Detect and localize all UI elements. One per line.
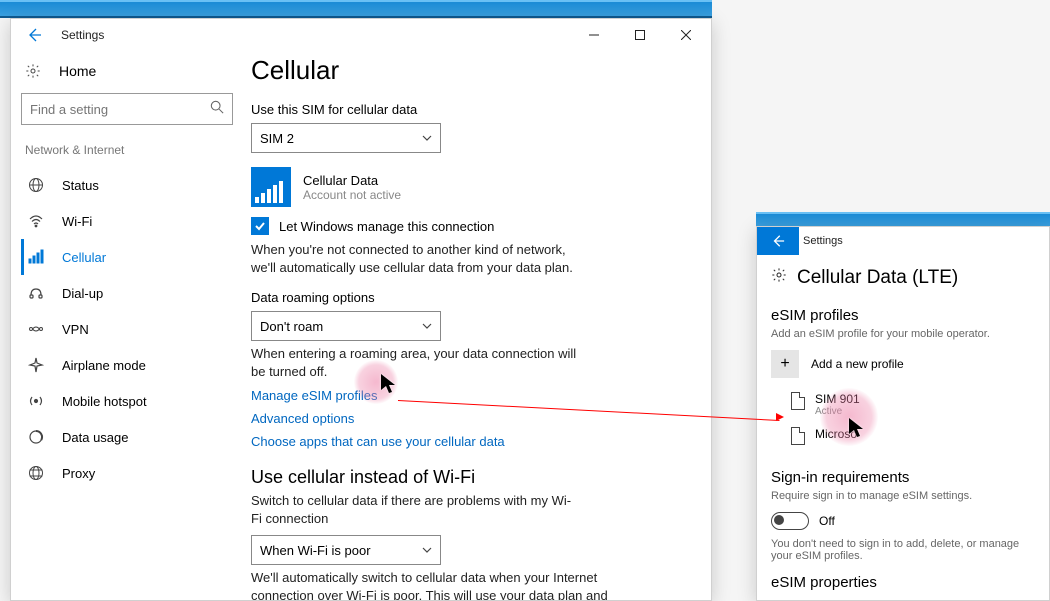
esim-profiles-heading: eSIM profiles <box>771 307 1035 324</box>
home-label: Home <box>59 63 96 79</box>
sim-select-value: SIM 2 <box>260 131 294 146</box>
desktop-background-strip <box>0 0 712 18</box>
plus-icon: + <box>771 350 799 378</box>
card-subtitle: Account not active <box>303 188 401 202</box>
settings-window-detail: Settings Cellular Data (LTE) eSIM profil… <box>756 226 1050 601</box>
chevron-down-icon <box>422 319 432 334</box>
minimize-button[interactable] <box>571 19 617 51</box>
search-field[interactable] <box>30 102 210 117</box>
toggle-off-icon <box>771 512 809 530</box>
esim-profile-1[interactable]: SIM 901 Active <box>791 392 1035 417</box>
sim-card-icon <box>791 427 805 445</box>
signin-toggle[interactable]: Off <box>771 512 1035 530</box>
esim-profiles-sub: Add an eSIM profile for your mobile oper… <box>771 328 1035 340</box>
category-label: Network & Internet <box>21 143 237 167</box>
sidebar-item-label: Mobile hotspot <box>62 394 147 409</box>
manage-connection-desc: When you're not connected to another kin… <box>251 241 581 276</box>
wifi-icon <box>28 213 44 229</box>
wifi-fallback-sub: Switch to cellular data if there are pro… <box>251 492 581 527</box>
airplane-icon <box>28 357 44 373</box>
esim-properties-heading: eSIM properties <box>771 574 1035 591</box>
roaming-select[interactable]: Don't roam <box>251 311 441 341</box>
signin-heading: Sign-in requirements <box>771 469 1035 486</box>
cellular-card[interactable]: Cellular Data Account not active <box>251 167 691 207</box>
sidebar-item-label: Wi-Fi <box>62 214 92 229</box>
gear-icon <box>771 267 787 289</box>
back-button[interactable] <box>757 227 799 255</box>
sim-card-icon <box>791 392 805 410</box>
search-icon <box>210 100 224 119</box>
gear-icon <box>25 63 41 79</box>
sidebar-item-status[interactable]: Status <box>21 167 237 203</box>
window-title: Settings <box>57 28 571 42</box>
sidebar-item-label: VPN <box>62 322 89 337</box>
chevron-down-icon <box>422 543 432 558</box>
detail-heading: Cellular Data (LTE) <box>797 267 958 289</box>
manage-connection-checkbox[interactable]: Let Windows manage this connection <box>251 217 691 235</box>
dialup-icon <box>28 285 44 301</box>
sim-select[interactable]: SIM 2 <box>251 123 441 153</box>
vpn-icon <box>28 321 44 337</box>
sidebar-item-vpn[interactable]: VPN <box>21 311 237 347</box>
checkbox-checked-icon <box>251 217 269 235</box>
proxy-icon <box>28 465 44 481</box>
settings-window-main: Settings Home Network & Internet Status <box>10 18 712 601</box>
sidebar-item-airplane[interactable]: Airplane mode <box>21 347 237 383</box>
checkbox-label: Let Windows manage this connection <box>279 219 494 234</box>
titlebar: Settings <box>757 227 1049 255</box>
wifi-fallback-select[interactable]: When Wi-Fi is poor <box>251 535 441 565</box>
back-button[interactable] <box>11 19 57 51</box>
roaming-desc: When entering a roaming area, your data … <box>251 345 581 380</box>
search-input[interactable] <box>21 93 233 125</box>
add-profile-label: Add a new profile <box>811 357 904 371</box>
choose-apps-link[interactable]: Choose apps that can use your cellular d… <box>251 434 691 449</box>
sidebar-item-label: Data usage <box>62 430 129 445</box>
sidebar-item-dialup[interactable]: Dial-up <box>21 275 237 311</box>
sidebar-item-hotspot[interactable]: Mobile hotspot <box>21 383 237 419</box>
add-profile-button[interactable]: + Add a new profile <box>771 350 1035 378</box>
signal-bars-icon <box>251 167 291 207</box>
globe-icon <box>28 177 44 193</box>
roaming-label: Data roaming options <box>251 290 691 305</box>
signin-sub: Require sign in to manage eSIM settings. <box>771 490 1035 502</box>
sidebar-item-proxy[interactable]: Proxy <box>21 455 237 491</box>
toggle-label: Off <box>819 514 835 528</box>
esim-profile-2[interactable]: Microso <box>791 427 1035 445</box>
card-title: Cellular Data <box>303 173 401 188</box>
sidebar: Home Network & Internet Status Wi-Fi Cel… <box>11 51 241 600</box>
content-pane: Cellular Use this SIM for cellular data … <box>241 51 711 600</box>
sidebar-item-cellular[interactable]: Cellular <box>21 239 237 275</box>
sidebar-item-label: Cellular <box>62 250 106 265</box>
profile-name: SIM 901 <box>815 392 860 406</box>
sidebar-item-wifi[interactable]: Wi-Fi <box>21 203 237 239</box>
data-usage-icon <box>28 429 44 445</box>
sim-select-label: Use this SIM for cellular data <box>251 102 691 117</box>
wifi-fallback-value: When Wi-Fi is poor <box>260 543 371 558</box>
chevron-down-icon <box>422 131 432 146</box>
roaming-value: Don't roam <box>260 319 323 334</box>
sidebar-item-label: Status <box>62 178 99 193</box>
sidebar-item-datausage[interactable]: Data usage <box>21 419 237 455</box>
close-button[interactable] <box>663 19 709 51</box>
wifi-fallback-heading: Use cellular instead of Wi-Fi <box>251 467 691 488</box>
sidebar-item-label: Dial-up <box>62 286 103 301</box>
cellular-icon <box>28 249 44 265</box>
advanced-options-link[interactable]: Advanced options <box>251 411 691 426</box>
sidebar-item-label: Proxy <box>62 466 95 481</box>
detail-heading-row: Cellular Data (LTE) <box>771 267 1035 289</box>
wifi-fallback-desc: We'll automatically switch to cellular d… <box>251 569 621 600</box>
sidebar-item-label: Airplane mode <box>62 358 146 373</box>
maximize-button[interactable] <box>617 19 663 51</box>
titlebar: Settings <box>11 19 711 51</box>
profile-name: Microso <box>815 427 857 441</box>
page-heading: Cellular <box>251 55 691 86</box>
window-title: Settings <box>799 235 1047 247</box>
signin-desc: You don't need to sign in to add, delete… <box>771 538 1035 562</box>
profile-status: Active <box>815 406 860 417</box>
home-nav[interactable]: Home <box>21 59 237 93</box>
manage-esim-link[interactable]: Manage eSIM profiles <box>251 388 691 403</box>
hotspot-icon <box>28 393 44 409</box>
